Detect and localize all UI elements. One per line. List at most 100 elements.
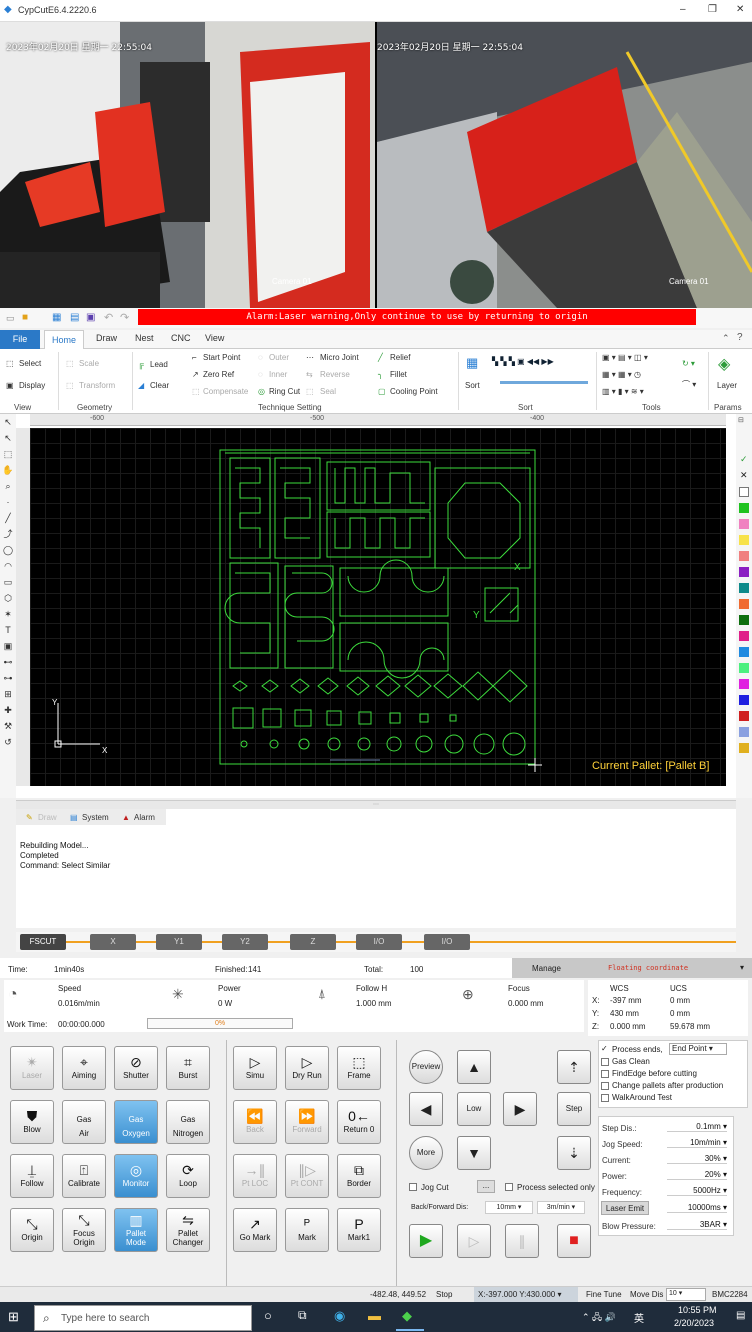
more-button[interactable]: More	[409, 1136, 443, 1170]
display-button[interactable]: Display	[19, 381, 45, 390]
manage-label[interactable]: Manage	[532, 964, 561, 973]
node-edit-icon[interactable]: ↖	[0, 430, 16, 446]
seal-button[interactable]: Seal	[320, 387, 336, 396]
axis-fscut[interactable]: FSCUT	[20, 934, 66, 950]
image-tool-icon[interactable]: ▣	[0, 638, 16, 654]
splitter-handle[interactable]: ⋯	[16, 801, 736, 809]
jog-cut-settings-button[interactable]: ...	[477, 1180, 495, 1193]
follow-button[interactable]: ⍊ Follow	[10, 1154, 54, 1198]
laser-emit-value[interactable]: 10000ms ▾	[667, 1203, 727, 1213]
return-zero-button[interactable]: 0← Return 0	[337, 1100, 381, 1144]
power-param-value[interactable]: 20% ▾	[667, 1170, 727, 1180]
back-forward-distance-select[interactable]: 10mm ▾	[485, 1201, 533, 1214]
minimize-button[interactable]: –	[680, 4, 686, 15]
shutter-button[interactable]: ⊘ Shutter	[114, 1046, 158, 1090]
layer-button[interactable]: Layer	[717, 381, 737, 390]
layer-color-swatch[interactable]	[739, 727, 749, 737]
refresh-icon[interactable]: ↻ ▾	[682, 359, 695, 368]
floating-coordinate-label[interactable]: Floating coordinate	[608, 964, 688, 972]
tab-cnc[interactable]: CNC	[171, 333, 191, 343]
restore-button[interactable]: ❐	[708, 4, 717, 15]
jog-speed-value[interactable]: 10m/min ▾	[667, 1138, 727, 1148]
move-dis-input[interactable]: 10 ▾	[666, 1288, 706, 1301]
edge-browser-icon[interactable]: ◉	[334, 1308, 345, 1324]
jog-cut-checkbox[interactable]	[409, 1183, 417, 1191]
inner-button[interactable]: Inner	[269, 370, 287, 379]
line-tool-icon[interactable]: ╱	[0, 510, 16, 526]
step-dis-value[interactable]: 0.1mm ▾	[667, 1122, 727, 1132]
calibrate-button[interactable]: ⍐ Calibrate	[62, 1154, 106, 1198]
laser-button[interactable]: ✴ Laser	[10, 1046, 54, 1090]
polygon-tool-icon[interactable]: ⬡	[0, 590, 16, 606]
layer-color-swatch[interactable]	[739, 663, 749, 673]
micro-joint-button[interactable]: Micro Joint	[320, 353, 359, 362]
layer-color-swatch[interactable]	[739, 503, 749, 513]
layer-color-swatch[interactable]	[739, 519, 749, 529]
text-tool-icon[interactable]: T	[0, 622, 16, 638]
mirror-tool-icon[interactable]: ⊶	[0, 670, 16, 686]
pan-hand-icon[interactable]: ✋	[0, 462, 16, 478]
cypcut-app-icon[interactable]: ◆	[402, 1308, 412, 1324]
pointer-tool-icon[interactable]: ↖	[0, 414, 16, 430]
chevron-down-icon[interactable]: ▾	[740, 963, 744, 972]
stop-button[interactable]: ■	[557, 1224, 591, 1258]
preview-button[interactable]: Preview	[409, 1050, 443, 1084]
reverse-button[interactable]: Reverse	[320, 370, 350, 379]
console-tab-draw[interactable]: Draw	[38, 813, 57, 822]
sort-direction-icons[interactable]: ▚ ▚ ▚ ▣ ◀◀ ▶▶	[492, 357, 554, 366]
origin-tool-icon[interactable]: ✚	[0, 702, 16, 718]
pt-cont-button[interactable]: ∥▷ Pt CONT	[285, 1154, 329, 1198]
axis-x[interactable]: X	[90, 934, 136, 950]
undo-icon[interactable]: ↶	[104, 311, 113, 324]
z-down-button[interactable]: ⇣	[557, 1136, 591, 1170]
close-button[interactable]: ✕	[736, 4, 744, 15]
layer-color-swatch[interactable]	[739, 631, 749, 641]
task-view-icon[interactable]: ⧉	[298, 1308, 307, 1323]
layer-color-swatch[interactable]	[739, 567, 749, 577]
tab-file[interactable]: File	[0, 330, 40, 349]
machine-position-select[interactable]: X:-397.000 Y:430.000 ▾	[474, 1287, 578, 1302]
notification-icon[interactable]: ▤	[736, 1310, 745, 1321]
jog-left-button[interactable]: ◀	[409, 1092, 443, 1126]
blow-pressure-value[interactable]: 3BAR ▾	[667, 1220, 727, 1230]
help-icon[interactable]: ?	[737, 332, 743, 343]
axis-y2[interactable]: Y2	[222, 934, 268, 950]
tools-icons-row2[interactable]: ▦ ▾ ▦ ▾ ◷	[602, 370, 641, 379]
arc-tool-icon[interactable]: ◠	[0, 558, 16, 574]
point-tool-icon[interactable]: ·	[0, 494, 16, 510]
dry-run-button[interactable]: ▷ Dry Run	[285, 1046, 329, 1090]
aiming-button[interactable]: ⌖ Aiming	[62, 1046, 106, 1090]
origin-button[interactable]: ⤡ Origin	[10, 1208, 54, 1252]
redo-icon[interactable]: ↷	[120, 311, 129, 324]
fillet-button[interactable]: Fillet	[390, 370, 407, 379]
gas-nitrogen-button[interactable]: Gas Nitrogen	[166, 1100, 210, 1144]
layer-color-swatch[interactable]	[739, 743, 749, 753]
check-icon[interactable]: ✓	[740, 454, 748, 465]
burst-button[interactable]: ⌗ Burst	[166, 1046, 210, 1090]
zoom-icon[interactable]: ⌕	[0, 478, 16, 494]
layer-color-swatch[interactable]	[739, 615, 749, 625]
simu-button[interactable]: ▷ Simu	[233, 1046, 277, 1090]
pt-loc-button[interactable]: →∥ Pt LOC	[233, 1154, 277, 1198]
console-tab-system[interactable]: System	[82, 813, 109, 822]
collapse-ribbon-icon[interactable]: ⌃	[722, 333, 730, 344]
file-explorer-icon[interactable]: ▬	[368, 1308, 381, 1323]
resume-button[interactable]: ▷	[457, 1224, 491, 1258]
blow-button[interactable]: ⛊ Blow	[10, 1100, 54, 1144]
layer-color-swatch[interactable]	[739, 487, 749, 497]
cooling-point-button[interactable]: Cooling Point	[390, 387, 438, 396]
go-mark-button[interactable]: ↗ Go Mark	[233, 1208, 277, 1252]
tab-home[interactable]: Home	[44, 330, 84, 350]
pause-button[interactable]: ∥	[505, 1224, 539, 1258]
fine-tune-label[interactable]: Fine Tune	[586, 1290, 622, 1299]
frequency-value[interactable]: 5000Hz ▾	[667, 1186, 727, 1196]
find-edge-checkbox[interactable]	[601, 1070, 609, 1078]
layer-color-swatch[interactable]	[739, 599, 749, 609]
tab-view[interactable]: View	[205, 333, 224, 343]
clear-button[interactable]: Clear	[150, 381, 169, 390]
ime-indicator[interactable]: 英	[634, 1310, 644, 1325]
walkaround-checkbox[interactable]	[601, 1094, 609, 1102]
start-button[interactable]: ▶	[409, 1224, 443, 1258]
layer-color-swatch[interactable]	[739, 583, 749, 593]
axis-io-2[interactable]: I/O	[424, 934, 470, 950]
